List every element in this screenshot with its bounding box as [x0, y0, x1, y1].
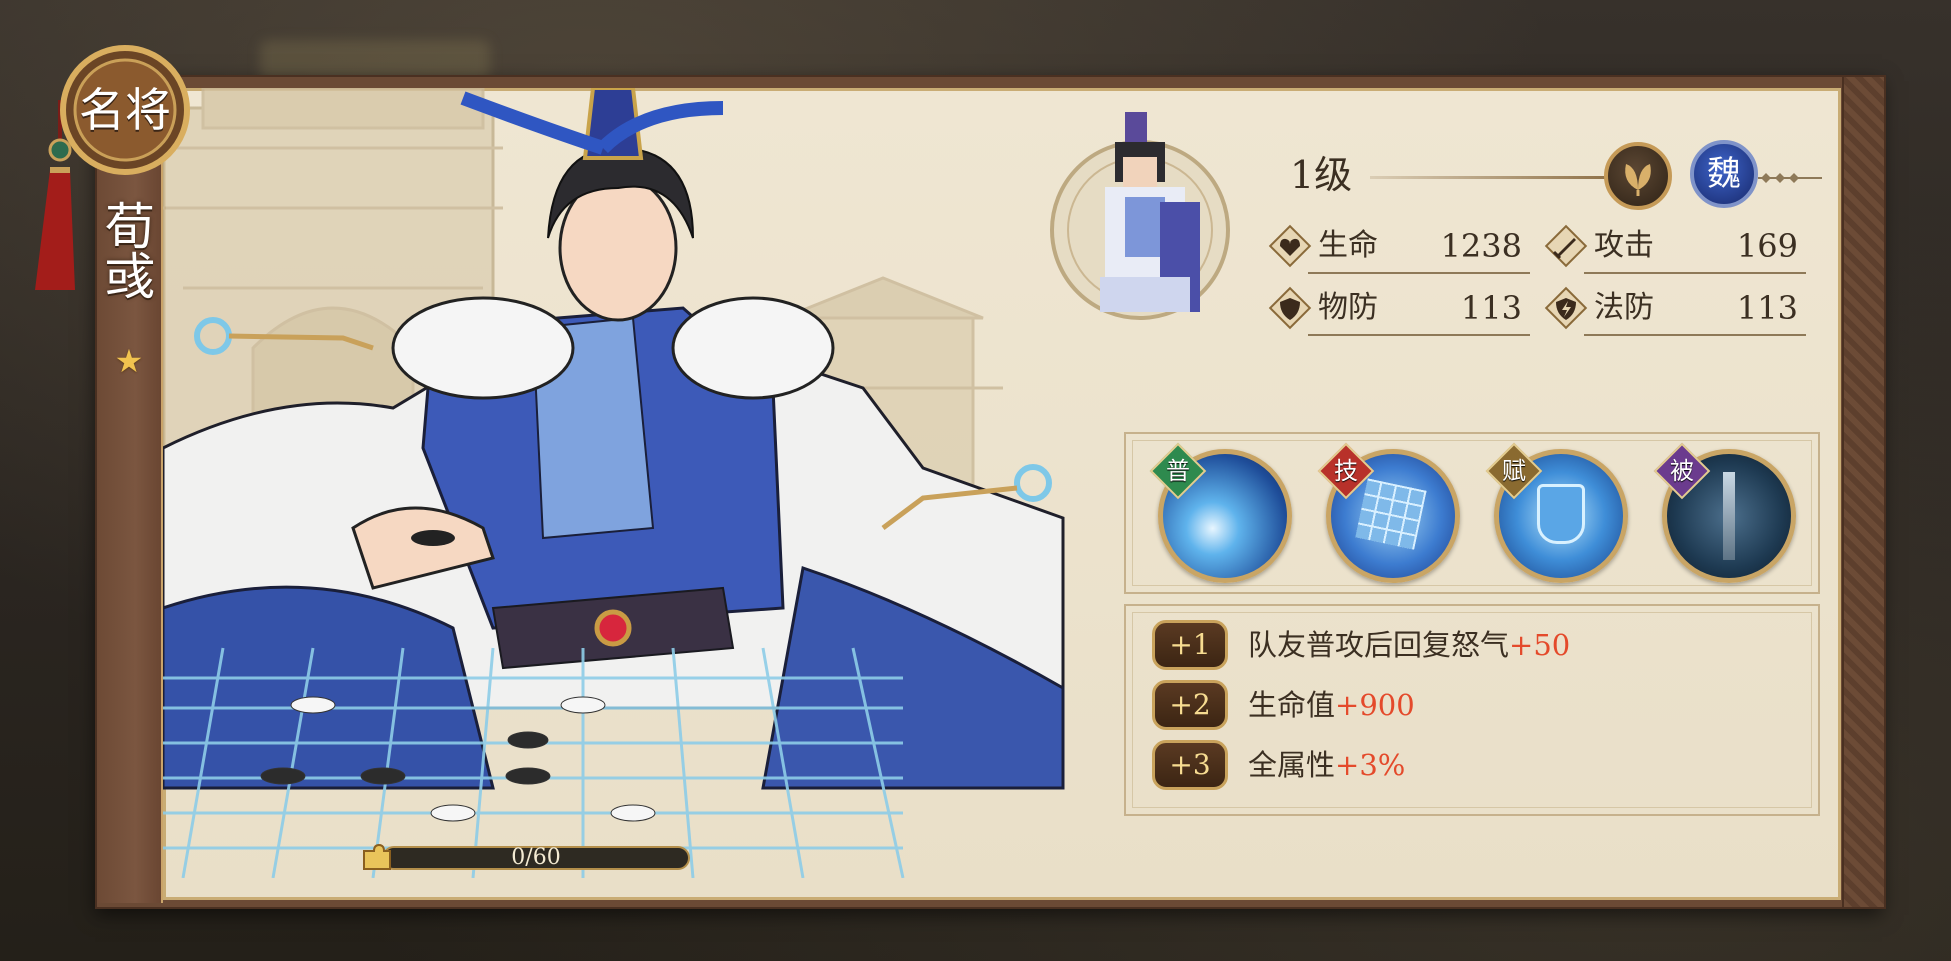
- bonus-text: 生命值: [1248, 688, 1336, 722]
- leaf-icon[interactable]: [1604, 142, 1672, 210]
- go-board-skill-icon: [1355, 478, 1427, 550]
- bonus-text: 全属性: [1248, 748, 1336, 782]
- bonus-star-badge: +1: [1152, 620, 1228, 670]
- rank-medallion: 名将: [55, 40, 195, 180]
- card-right-edge: [1842, 75, 1886, 909]
- stat-label: 攻击: [1594, 228, 1654, 263]
- bonus-description: 全属性+3%: [1248, 740, 1405, 790]
- hero-name: 荀彧: [97, 200, 155, 300]
- stat-value: 113: [1460, 289, 1522, 327]
- stat-label: 法防: [1594, 290, 1654, 325]
- stat-value: 169: [1736, 227, 1798, 265]
- shard-progress-text: 0/60: [511, 845, 561, 870]
- shield-icon: [1268, 286, 1312, 330]
- shield-gate-skill-icon: [1537, 484, 1585, 544]
- bonus-text: 队友普攻后回复怒气: [1248, 628, 1510, 662]
- bonus-star-badge: +2: [1152, 680, 1228, 730]
- chained-sword-skill-icon: [1723, 472, 1735, 560]
- bonus-value: +50: [1509, 628, 1571, 662]
- faction-ornament: [1758, 170, 1822, 184]
- lightning-shield-icon: [1544, 286, 1588, 330]
- stat-label: 生命: [1318, 228, 1378, 263]
- bonus-description: 队友普攻后回复怒气+50: [1248, 620, 1570, 670]
- heart-icon: [1268, 224, 1312, 268]
- stat-physical-defense: 物防 113: [1268, 280, 1530, 336]
- stat-value: 1238: [1440, 227, 1522, 265]
- bonus-description: 生命值+900: [1248, 680, 1415, 730]
- rank-label: 名将: [79, 83, 171, 137]
- stat-underline: [1584, 334, 1806, 336]
- star-rating: ★: [114, 342, 144, 380]
- skill-tag-normal: 普: [1166, 457, 1190, 485]
- stat-magic-defense: 法防 113: [1544, 280, 1806, 336]
- skill-tag-passive: 被: [1670, 457, 1694, 485]
- stat-underline: [1308, 334, 1530, 336]
- skill-tag-active: 技: [1334, 457, 1358, 485]
- stat-attack: 攻击 169: [1544, 218, 1806, 274]
- stat-hp: 生命 1238: [1268, 218, 1530, 274]
- puzzle-piece-icon: [360, 843, 394, 873]
- bonus-value: +3%: [1335, 748, 1406, 782]
- stat-value: 113: [1736, 289, 1798, 327]
- faction-badge[interactable]: 魏: [1690, 140, 1758, 208]
- shard-progress: 0/60: [360, 843, 695, 873]
- hero-artwork: [163, 88, 1083, 878]
- level-divider: [1370, 176, 1610, 179]
- bonus-value: +900: [1335, 688, 1415, 722]
- hero-level: 1级: [1290, 153, 1353, 197]
- stat-label: 物防: [1318, 290, 1378, 325]
- stat-underline: [1584, 272, 1806, 274]
- stat-underline: [1308, 272, 1530, 274]
- sword-icon: [1544, 224, 1588, 268]
- skill-tag-talent: 赋: [1502, 457, 1526, 485]
- hero-pixel-portrait: [1045, 112, 1235, 327]
- bonus-star-badge: +3: [1152, 740, 1228, 790]
